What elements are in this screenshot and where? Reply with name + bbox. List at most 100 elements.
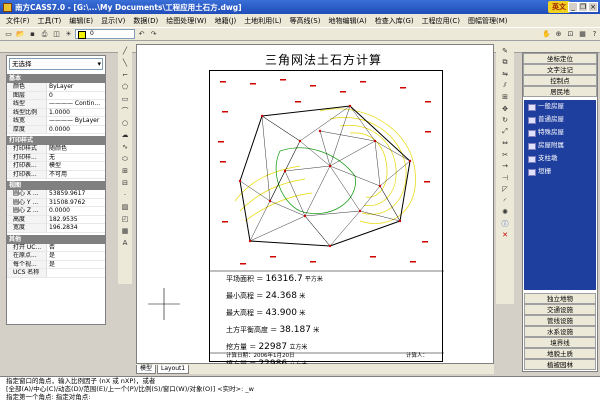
prop-row[interactable]: 在原点... 是 [7,252,105,261]
symbol-category[interactable]: 交通设施 [524,304,596,315]
region-icon[interactable]: ◰ [120,214,130,224]
prop-row[interactable]: 打印样... 无 [7,153,105,162]
prop-row[interactable]: 线型比例 1.0000 [7,108,105,117]
explode-icon[interactable]: ✺ [500,207,511,217]
menu-item[interactable]: 文件(F) [2,16,34,26]
drawing-canvas[interactable]: 平场面积 ＝ 16316.7 平方米 最小高程 ＝ 24.368 米最大高程 ＝ … [136,44,494,369]
close-button[interactable]: × [588,2,598,12]
prop-row[interactable]: 圆心 X ... 53859.9617 [7,190,105,199]
menu-item[interactable]: 土地利用(L) [240,16,285,26]
symbol-category[interactable]: 植被园林 [524,359,596,370]
prop-row[interactable]: 打印样式 随颜色 [7,145,105,154]
symbol-item[interactable]: 房屋附属 [524,139,596,152]
scale-icon[interactable]: ⤢ [500,127,511,137]
zoom-icon[interactable]: ⊕ [553,29,564,40]
circle-icon[interactable]: ○ [120,118,130,128]
menu-item[interactable]: 显示(V) [97,16,129,26]
symbol-category[interactable]: 地貌土质 [524,348,596,359]
symbol-item[interactable]: 一般房屋 [524,100,596,113]
symbol-category[interactable]: 控制点 [523,75,597,86]
menu-item[interactable]: 工程应用(C) [418,16,464,26]
prop-row[interactable]: 打开 UC... 否 [7,243,105,252]
menu-item[interactable]: 编辑(E) [65,16,97,26]
spline-icon[interactable]: ∿ [120,142,130,152]
check-icon[interactable]: ✕ [500,230,511,240]
make-block-icon[interactable]: ⊟ [120,178,130,188]
symbol-item[interactable]: 特殊房屋 [524,126,596,139]
fillet-icon[interactable]: ◜ [500,196,511,206]
rotate-icon[interactable]: ↻ [500,115,511,125]
prop-row[interactable]: 图层 0 [7,91,105,100]
properties-icon[interactable]: ▦ [577,29,588,40]
layout-tab[interactable]: 模型 [136,364,157,374]
erase-icon[interactable]: ✎ [500,46,511,56]
line-icon[interactable]: ╱ [120,46,130,56]
open-file-icon[interactable]: 📂 [15,29,26,40]
restore-button[interactable]: ❐ [578,2,588,12]
copy-icon[interactable]: ⧉ [500,58,511,68]
prop-row[interactable]: 打印表... 不可用 [7,170,105,179]
layer-manager-icon[interactable]: ◫ [51,29,62,40]
symbol-category[interactable]: 水系设施 [524,326,596,337]
menu-item[interactable]: 等高线(S) [286,16,325,26]
symbol-category[interactable]: 管线设施 [524,315,596,326]
array-icon[interactable]: ⊞ [500,92,511,102]
prop-row[interactable]: 每个视... 是 [7,260,105,269]
stretch-icon[interactable]: ⇔ [500,138,511,148]
light-bulb-icon[interactable]: ☀ [63,29,74,40]
prop-row[interactable]: 圆心 Z ... 0.0000 [7,207,105,216]
menu-item[interactable]: 地籍(J) [211,16,241,26]
polygon-icon[interactable]: ⬠ [120,82,130,92]
save-icon[interactable]: ▪ [27,29,38,40]
menu-item[interactable]: 地物编辑(A) [324,16,370,26]
hatch-icon[interactable]: ▨ [120,202,130,212]
prop-row[interactable]: 颜色 ByLayer [7,83,105,92]
prop-group-header[interactable]: 视图 [7,181,105,190]
multiline-text-icon[interactable]: A [120,238,130,248]
trim-icon[interactable]: ✂ [500,150,511,160]
menu-item[interactable]: 图幅管理(M) [464,16,512,26]
command-window[interactable]: 指定窗口的角点，输入比例因子 (nX 或 nXP)，或者 [全部(A)/中心(C… [0,376,600,401]
symbol-category[interactable]: 文字注记 [523,64,597,75]
symbol-category[interactable]: 居民地 [523,86,597,97]
prop-group-header[interactable]: 打印样式 [7,136,105,145]
extend-icon[interactable]: → [500,161,511,171]
break-icon[interactable]: ⊣ [500,173,511,183]
menu-item[interactable]: 工具(T) [34,16,66,26]
symbol-item[interactable]: 支柱墩 [524,152,596,165]
revision-cloud-icon[interactable]: ☁ [120,130,130,140]
construction-line-icon[interactable]: ╲ [120,58,130,68]
menu-item[interactable]: 数据(D) [129,16,162,26]
symbol-item[interactable]: 垣栅 [524,165,596,178]
prop-row[interactable]: 圆心 Y ... 31508.9762 [7,198,105,207]
mirror-icon[interactable]: ⇋ [500,69,511,79]
prop-row[interactable]: 打印表... 模型 [7,162,105,171]
layer-select[interactable]: 0 [75,29,135,39]
symbol-category[interactable]: 独立地物 [524,293,596,304]
minimize-button[interactable]: _ [568,2,578,12]
symbol-category[interactable]: 坐标定位 [523,53,597,64]
redo-icon[interactable]: ↷ [148,29,159,40]
move-icon[interactable]: ✥ [500,104,511,114]
prop-row[interactable]: 厚度 0.0000 [7,125,105,134]
symbol-category[interactable]: 境界线 [524,337,596,348]
polyline-icon[interactable]: ⌐ [120,70,130,80]
info-icon[interactable]: ⓘ [500,219,511,229]
symbol-item[interactable]: 普通房屋 [524,113,596,126]
undo-icon[interactable]: ↶ [136,29,147,40]
rectangle-icon[interactable]: ▭ [120,94,130,104]
prop-row[interactable]: 高度 182.9535 [7,215,105,224]
chamfer-icon[interactable]: ◸ [500,184,511,194]
prop-group-header[interactable]: 其他 [7,234,105,244]
help-icon[interactable]: ? [589,29,600,40]
arc-icon[interactable]: ⌒ [120,106,130,116]
zoom-window-icon[interactable]: ⊡ [565,29,576,40]
prop-group-header[interactable]: 基本 [7,74,105,83]
print-icon[interactable]: ⎙ [39,29,50,40]
pan-icon[interactable]: ✋ [541,29,552,40]
ellipse-icon[interactable]: ⬭ [120,154,130,164]
table-icon[interactable]: ▦ [120,226,130,236]
prop-row[interactable]: 线宽 ———— ByLayer [7,117,105,126]
menu-item[interactable]: 检查入库(G) [371,16,418,26]
menu-item[interactable]: 绘图处理(W) [162,16,210,26]
